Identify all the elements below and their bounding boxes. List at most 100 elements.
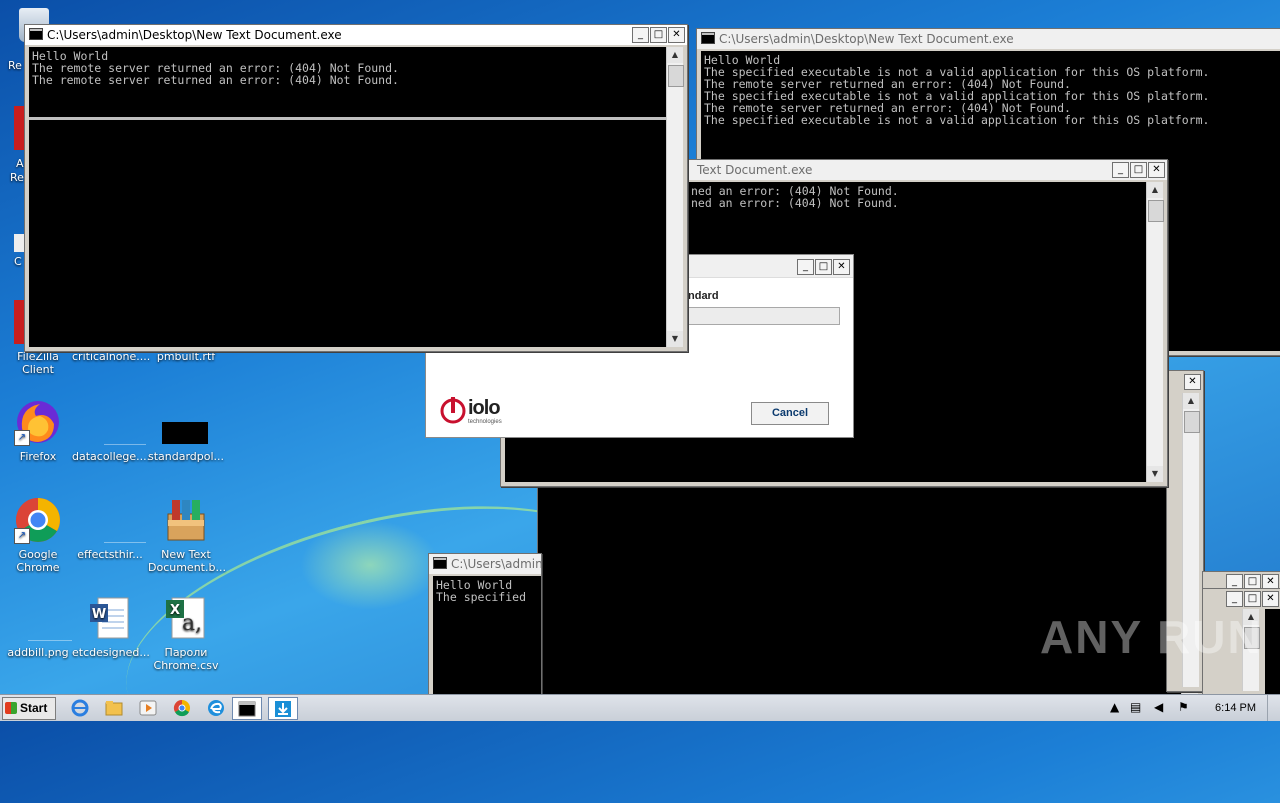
icon-label: effectsthir... — [77, 548, 143, 561]
scroll-thumb[interactable] — [1184, 411, 1200, 433]
taskbar-console[interactable] — [232, 697, 262, 720]
scroll-thumb[interactable] — [668, 65, 684, 87]
winrar-archive-icon — [167, 500, 205, 541]
desktop-icon-etcdesigned[interactable]: W etcdesigned... — [72, 594, 150, 659]
desktop-icon-addbill[interactable]: addbill.png — [0, 594, 76, 659]
icon-label: datacollege.... — [72, 450, 151, 463]
wallpaper-glow — [300, 520, 440, 610]
scroll-up-arrow-icon[interactable]: ▲ — [667, 47, 683, 63]
taskbar-chrome[interactable] — [168, 697, 196, 718]
scroll-up-arrow-icon[interactable]: ▲ — [1183, 393, 1199, 409]
start-label: Start — [20, 701, 48, 715]
logo-text: iolo — [468, 397, 501, 419]
icon-label: etcdesigned... — [72, 646, 150, 659]
tray-network-icon[interactable]: ▤ — [1130, 700, 1141, 714]
window-title: C:\Users\admin\Desktop\New Text Document… — [47, 28, 342, 42]
icon-label: FileZilla Client — [17, 350, 59, 376]
partial-label: Re — [8, 59, 22, 72]
tray-flag-icon[interactable]: ⚑ — [1178, 700, 1189, 714]
console-window-front[interactable]: C:\Users\admin\Desktop\New Text Document… — [24, 24, 688, 352]
taskbar-clock[interactable]: 6:14 PM — [1215, 695, 1256, 721]
dialog-heading: ndard — [688, 290, 719, 302]
tray-speaker-icon[interactable]: ◀ — [1154, 700, 1163, 714]
progress-bar — [688, 307, 840, 325]
edge-icon — [208, 699, 224, 716]
download-installer-icon — [275, 700, 291, 717]
desktop-icon-firefox[interactable]: ↗ Firefox — [0, 398, 76, 463]
maximize-icon[interactable]: □ — [1244, 591, 1261, 607]
show-desktop-button[interactable] — [1267, 695, 1280, 721]
taskbar-edge[interactable] — [202, 697, 230, 718]
chrome-icon — [173, 699, 190, 716]
taskbar-installer[interactable] — [268, 697, 298, 720]
partial-label: A — [16, 157, 24, 170]
icon-label: New Text Document.b... — [148, 548, 226, 574]
svg-text:W: W — [92, 607, 106, 622]
svg-text:X: X — [170, 603, 180, 618]
minimize-icon[interactable]: _ — [797, 259, 814, 275]
console-divider — [29, 117, 683, 120]
iolo-logo-icon — [440, 397, 466, 424]
word-document-icon: W — [90, 597, 129, 639]
vertical-scrollbar[interactable]: ▲ ▼ — [1146, 182, 1164, 482]
scroll-thumb[interactable] — [1148, 200, 1164, 222]
close-icon[interactable]: ✕ — [1262, 591, 1279, 607]
partial-label: Re — [10, 171, 24, 184]
icon-label: Firefox — [19, 450, 57, 463]
window-titlebar[interactable]: C:\Users\admin — [429, 554, 541, 574]
desktop-icon-new-text-document[interactable]: New Text Document.b... — [148, 496, 226, 574]
close-icon[interactable]: ✕ — [833, 259, 850, 275]
tray-expand-icon[interactable]: ▲ — [1110, 700, 1119, 714]
taskbar-media-player[interactable] — [134, 697, 162, 718]
maximize-icon[interactable]: □ — [650, 27, 667, 43]
vertical-scrollbar[interactable]: ▲ ▼ — [666, 47, 684, 347]
folder-icon — [105, 700, 123, 715]
desktop-icon-chrome-passwords-csv[interactable]: a, X Пароли Chrome.csv — [148, 594, 224, 672]
scroll-down-arrow-icon[interactable]: ▼ — [1147, 466, 1163, 482]
maximize-icon[interactable]: □ — [815, 259, 832, 275]
svg-text:a,: a, — [182, 611, 202, 636]
taskbar: Start ▲ ▤ ◀ ⚑ 6:14 PM — [0, 694, 1280, 721]
scroll-down-arrow-icon[interactable]: ▼ — [667, 331, 683, 347]
excel-csv-icon: a, X — [166, 597, 205, 639]
icon-label: standardpol... — [148, 450, 225, 463]
taskbar-explorer[interactable] — [100, 697, 128, 718]
icon-label: Google Chrome — [16, 548, 60, 574]
console-icon — [238, 701, 256, 716]
close-icon[interactable]: ✕ — [1148, 162, 1165, 178]
scroll-up-arrow-icon[interactable]: ▲ — [1147, 182, 1163, 198]
window-titlebar[interactable]: C:\Users\admin\Desktop\New Text Document… — [697, 29, 1280, 49]
console-window-lower[interactable]: ▼ — [537, 485, 1203, 699]
window-title: Text Document.exe — [697, 163, 813, 177]
desktop-icon-standardpol[interactable]: standardpol... — [148, 398, 224, 463]
minimize-icon[interactable]: _ — [1112, 162, 1129, 178]
close-icon[interactable]: ✕ — [668, 27, 685, 43]
media-player-icon — [139, 700, 157, 715]
icon-label: addbill.png — [7, 646, 69, 659]
minimize-icon[interactable]: _ — [632, 27, 649, 43]
console-output: Hello World The specified — [433, 576, 541, 694]
desktop-icon-effectsthir[interactable]: effectsthir... — [72, 496, 148, 561]
console-window-small[interactable]: C:\Users\admin Hello World The specified — [428, 553, 542, 699]
shortcut-arrow-icon: ↗ — [14, 430, 30, 446]
console-output: Hello World The remote server returned a… — [29, 47, 667, 347]
maximize-icon[interactable]: □ — [1130, 162, 1147, 178]
console-app-icon — [701, 32, 715, 44]
logo-subtext: technologies — [468, 419, 502, 425]
windows-flag-icon — [5, 702, 17, 714]
window-title: C:\Users\admin\Desktop\New Text Document… — [719, 32, 1014, 46]
shortcut-arrow-icon: ↗ — [14, 528, 30, 544]
start-button[interactable]: Start — [2, 697, 56, 720]
desktop-icon-datacollege[interactable]: datacollege.... — [72, 398, 151, 463]
taskbar-ie[interactable] — [66, 697, 94, 718]
partial-label: C — [14, 255, 22, 268]
close-icon[interactable]: ✕ — [1184, 374, 1201, 390]
minimize-icon[interactable]: _ — [1226, 591, 1243, 607]
console-output — [538, 486, 1182, 698]
anyrun-watermark: ANY RUN — [1040, 611, 1263, 663]
cancel-button[interactable]: Cancel — [751, 402, 829, 425]
console-app-icon — [29, 28, 43, 40]
console-app-icon — [433, 557, 447, 569]
window-titlebar[interactable]: C:\Users\admin\Desktop\New Text Document… — [25, 25, 687, 45]
desktop-icon-chrome[interactable]: ↗ Google Chrome — [0, 496, 76, 574]
